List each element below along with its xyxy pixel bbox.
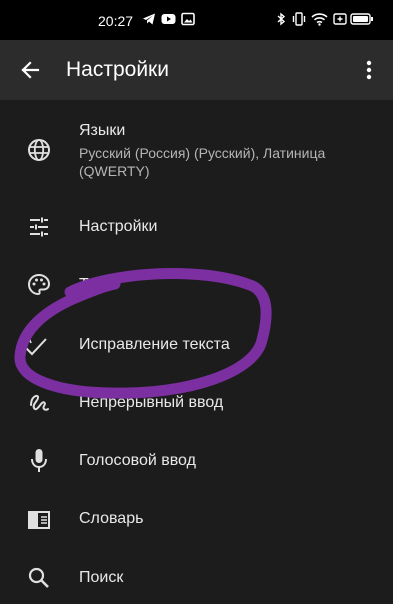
- more-options-button[interactable]: [355, 54, 383, 86]
- tune-icon: [26, 214, 52, 240]
- dictionary-icon: [26, 507, 52, 533]
- globe-icon: [26, 137, 52, 163]
- mic-icon: [26, 448, 52, 474]
- item-title: Поиск: [79, 569, 124, 586]
- list-item-dictionary[interactable]: Словарь: [0, 488, 393, 546]
- list-item-theme[interactable]: Тема: [0, 256, 393, 314]
- list-item-voice-input[interactable]: Голосовой ввод: [0, 430, 393, 488]
- wifi-icon: [311, 12, 328, 31]
- spellcheck-icon: [22, 332, 48, 358]
- battery-icon: [350, 12, 374, 31]
- vibrate-icon: [291, 12, 307, 31]
- list-item-text-correction[interactable]: Исправление текста: [0, 314, 393, 372]
- item-title: Словарь: [79, 510, 144, 527]
- item-title: Настройки: [79, 218, 158, 235]
- bluetooth-icon: [276, 12, 286, 31]
- youtube-icon: [161, 12, 176, 31]
- telegram-icon: [142, 12, 156, 31]
- app-bar: Настройки: [0, 40, 393, 100]
- palette-icon: [26, 272, 52, 298]
- battery-saver-icon: [333, 12, 347, 31]
- list-item-continuous-input[interactable]: Непрерывный ввод: [0, 372, 393, 430]
- list-item-settings[interactable]: Настройки: [0, 198, 393, 256]
- search-icon: [26, 565, 52, 591]
- item-subtitle: Русский (Россия) (Русский), Латиница (QW…: [79, 145, 326, 179]
- list-item-search[interactable]: Поиск: [0, 546, 393, 604]
- item-title: Тема: [79, 276, 117, 293]
- item-title: Непрерывный ввод: [79, 394, 224, 411]
- status-bar: 20:27: [0, 0, 393, 40]
- gallery-icon: [181, 12, 195, 31]
- back-button[interactable]: [14, 54, 46, 86]
- gesture-icon: [26, 390, 52, 416]
- item-title: Голосовой ввод: [79, 452, 196, 469]
- item-title: Исправление текста: [79, 336, 230, 353]
- page-title: Настройки: [66, 58, 169, 81]
- more-vert-icon: [366, 60, 372, 80]
- item-title: Языки: [79, 122, 126, 139]
- list-item-languages[interactable]: Языки Русский (Россия) (Русский), Латини…: [0, 100, 393, 188]
- status-time: 20:27: [98, 13, 134, 29]
- arrow-back-icon: [21, 61, 40, 79]
